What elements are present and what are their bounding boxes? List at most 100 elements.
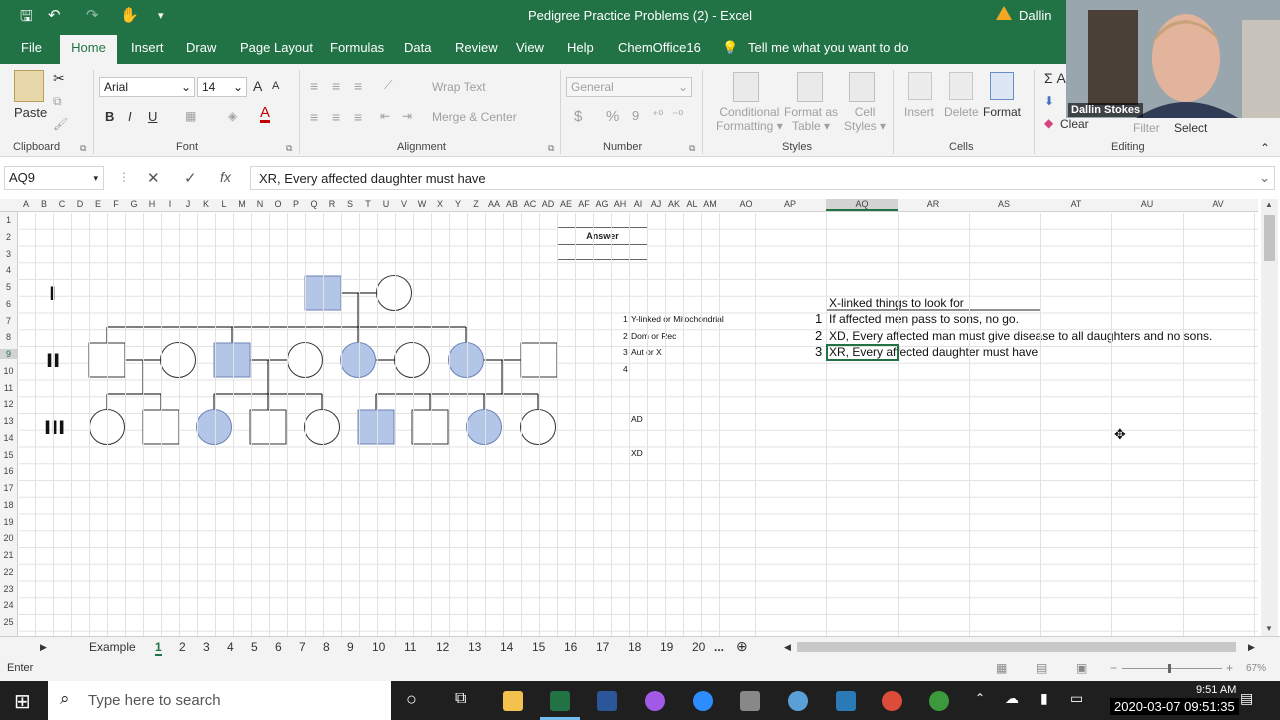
align-top-icon[interactable]: ≡ — [310, 78, 318, 94]
sheet-tab[interactable]: 8 — [323, 640, 330, 654]
sheet-tab[interactable]: 19 — [660, 640, 673, 654]
comma-button[interactable]: 9 — [632, 108, 639, 123]
note-text-active[interactable]: XR, Every affected daughter must have — [829, 345, 1038, 359]
sheet-tab[interactable]: 4 — [227, 640, 234, 654]
format-cells-icon[interactable] — [990, 72, 1014, 100]
increase-font-icon[interactable]: A — [253, 78, 262, 94]
bold-button[interactable]: B — [105, 109, 114, 124]
zoom-slider[interactable] — [1122, 668, 1222, 669]
sheet-tab[interactable]: 20 — [692, 640, 705, 654]
sheet-tab[interactable]: Example — [89, 640, 136, 654]
word-icon[interactable] — [597, 691, 617, 711]
sheet-tab[interactable]: 3 — [203, 640, 210, 654]
zoom-in-icon[interactable]: + — [1226, 661, 1233, 675]
sheet-tab[interactable]: 2 — [179, 640, 186, 654]
number-launcher-icon[interactable]: ⧉ — [689, 143, 695, 154]
borders-icon[interactable]: ▦ — [185, 109, 196, 123]
format-as-table-icon[interactable] — [797, 72, 823, 102]
confirm-entry-icon[interactable]: ✓ — [184, 169, 197, 187]
sheet-tab[interactable]: 18 — [628, 640, 641, 654]
wrap-text-button[interactable]: Wrap Text — [432, 80, 486, 94]
clipboard-launcher-icon[interactable]: ⧉ — [80, 143, 86, 154]
onedrive-icon[interactable]: ☁ — [1005, 690, 1019, 707]
currency-button[interactable]: $ — [574, 108, 582, 125]
tab-view[interactable]: View — [516, 40, 544, 55]
page-layout-icon[interactable]: ▤ — [1036, 661, 1047, 675]
zoom-level[interactable]: 67% — [1246, 663, 1266, 674]
warning-icon[interactable] — [996, 6, 1012, 20]
format-painter-icon[interactable]: 🖌 — [53, 117, 68, 131]
scroll-right-icon[interactable]: ▶ — [1248, 642, 1255, 653]
font-size-select[interactable]: 14 ⌄ — [197, 77, 247, 97]
autosum-button[interactable]: Σ A — [1044, 70, 1066, 86]
sheet-tab[interactable]: 12 — [436, 640, 449, 654]
tab-data[interactable]: Data — [404, 40, 431, 55]
alignment-launcher-icon[interactable]: ⧉ — [548, 143, 554, 154]
delete-cells-button[interactable]: Delete — [944, 105, 979, 119]
decrease-font-icon[interactable]: A — [272, 80, 279, 92]
worksheet-grid[interactable]: A B C D E F G H I J K L M N O P Q R S T U V W X Y Z AA AB AC AD AE AF AG… — [0, 199, 1280, 636]
align-center-icon[interactable]: ≡ — [332, 109, 340, 125]
copy-icon[interactable]: ⧉ — [53, 94, 62, 109]
tab-formulas[interactable]: Formulas — [330, 40, 384, 55]
tab-help[interactable]: Help — [567, 40, 594, 55]
taskbar-search[interactable]: ⌕ Type here to search — [48, 681, 391, 720]
sort-filter-button[interactable]: Filter — [1133, 121, 1160, 135]
zoom-icon[interactable] — [693, 691, 713, 711]
tray-chevron-icon[interactable]: ⌃ — [975, 691, 985, 705]
tab-home[interactable]: Home — [60, 35, 117, 64]
tell-me-search[interactable]: Tell me what you want to do — [748, 40, 908, 55]
align-left-icon[interactable]: ≡ — [310, 109, 318, 125]
page-break-icon[interactable]: ▣ — [1076, 661, 1087, 675]
zoom-out-icon[interactable]: − — [1110, 661, 1117, 675]
sheet-tab[interactable]: 5 — [251, 640, 258, 654]
sheet-tab[interactable]: 10 — [372, 640, 385, 654]
tab-chemoffice[interactable]: ChemOffice16 — [618, 40, 701, 55]
task-view-icon[interactable]: ⧉ — [455, 690, 466, 708]
decrease-decimal-icon[interactable]: ⁻⁰ — [672, 108, 683, 122]
file-explorer-icon[interactable] — [503, 691, 523, 711]
notifications-icon[interactable]: ▤ — [1240, 690, 1253, 707]
sheet-tab[interactable]: 7 — [299, 640, 306, 654]
cell-styles-button[interactable]: Cell Styles ▾ — [844, 105, 886, 133]
eraser-icon[interactable]: ◆ — [1044, 116, 1053, 130]
sheet-tab-active[interactable]: 1 — [155, 640, 162, 656]
sheet-tab[interactable]: 17 — [596, 640, 609, 654]
italic-button[interactable]: I — [128, 109, 132, 124]
vertical-scrollbar[interactable]: ▲ ▼ — [1261, 199, 1278, 636]
fill-icon[interactable]: ⬇ — [1044, 94, 1054, 108]
more-sheets-button[interactable]: ... — [714, 640, 724, 654]
find-select-button[interactable]: Select — [1174, 121, 1207, 135]
add-sheet-icon[interactable]: ⊕ — [736, 638, 748, 655]
battery-icon[interactable]: ▭ — [1070, 690, 1083, 707]
merge-center-button[interactable]: Merge & Center — [432, 110, 517, 124]
format-as-table-button[interactable]: Format as Table ▾ — [784, 105, 838, 133]
cell-styles-icon[interactable] — [849, 72, 875, 102]
tab-insert[interactable]: Insert — [131, 40, 164, 55]
tab-file[interactable]: File — [21, 40, 42, 55]
font-color-icon[interactable]: A — [260, 105, 271, 123]
scroll-thumb[interactable] — [1264, 215, 1275, 261]
conditional-formatting-icon[interactable] — [733, 72, 759, 102]
normal-view-icon[interactable]: ▦ — [996, 661, 1007, 675]
scroll-left-icon[interactable]: ◀ — [784, 642, 791, 653]
expand-formula-icon[interactable]: ⌄ — [1259, 170, 1270, 186]
cut-icon[interactable]: ✂ — [53, 70, 65, 87]
snipping-icon[interactable] — [788, 691, 808, 711]
insert-cells-button[interactable]: Insert — [904, 105, 934, 119]
name-box[interactable]: AQ9 ▾ — [4, 166, 104, 190]
excel-icon[interactable] — [550, 691, 570, 711]
cortana-icon[interactable]: ○ — [406, 689, 417, 710]
paste-icon[interactable] — [14, 70, 44, 102]
next-sheet-icon[interactable]: ▶ — [40, 642, 47, 653]
insert-function-icon[interactable]: fx — [220, 169, 231, 185]
maps-icon[interactable] — [645, 691, 665, 711]
usb-icon[interactable]: ▮ — [1040, 690, 1048, 707]
scroll-up-icon[interactable]: ▲ — [1265, 200, 1273, 209]
clock-time[interactable]: 9:51 AM — [1196, 684, 1236, 696]
format-cells-button[interactable]: Format — [983, 105, 1021, 119]
sheet-tab[interactable]: 9 — [347, 640, 354, 654]
sheet-tab[interactable]: 16 — [564, 640, 577, 654]
calculator-icon[interactable] — [740, 691, 760, 711]
delete-cells-icon[interactable] — [949, 72, 973, 100]
